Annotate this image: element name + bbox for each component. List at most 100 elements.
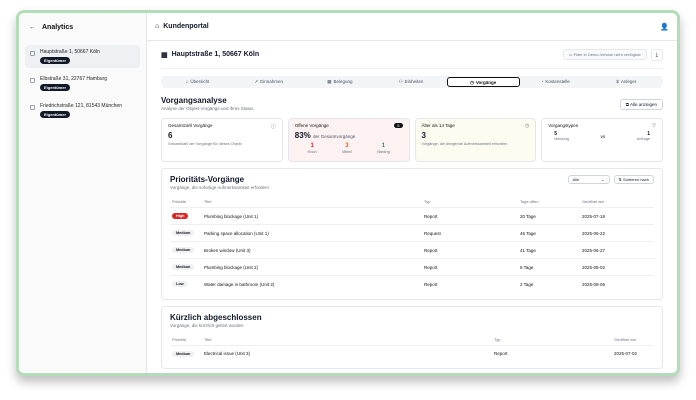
opened-cell: 2025-07-02 xyxy=(612,344,654,362)
tab-1[interactable]: ↗ Einnahmen xyxy=(233,77,304,87)
priority-count-label: Niedrig xyxy=(377,149,390,154)
download-icon: ⤓ xyxy=(655,51,658,58)
column-header: Priorität xyxy=(172,336,186,342)
clock-icon: ◷ xyxy=(524,123,530,129)
card-types: Vorgangstypen ▽ 5 Meldung vs 1 Anfrage xyxy=(541,118,663,162)
type-cell: Report xyxy=(422,207,518,225)
column-header: Typ xyxy=(494,336,501,342)
table-row[interactable]: Medium Plumbing blockage (Unit 2) Report 5 … xyxy=(170,258,654,276)
arrow-left-icon[interactable]: ← xyxy=(29,24,36,31)
closed-table-body: Medium Electrical issue (Unit 3) Report 202… xyxy=(170,344,654,362)
tab-4[interactable]: ◷ Vorgänge xyxy=(446,77,520,87)
days-cell: 46 Tage xyxy=(518,224,580,242)
priority-filter-value: Alle xyxy=(572,177,580,182)
home-icon[interactable]: ⌂ xyxy=(155,23,159,30)
download-button[interactable]: ⤓ xyxy=(650,48,663,61)
card-open-value-row: 83% der Gesamtvorgänge xyxy=(295,131,403,140)
tab-0[interactable]: ⌂ Übersicht xyxy=(162,77,233,87)
card-total: Gesamtzahl Vorgänge ⓘ 6 Gesamtzahl der V… xyxy=(161,118,283,162)
property-list: Hauptstraße 1, 50667 Köln Eigentümer Elbst… xyxy=(19,45,146,122)
priority-count-1: 3 Mittel xyxy=(342,143,352,154)
priority-pill: Medium xyxy=(172,264,195,270)
property-address: Hauptstraße 1, 50667 Köln xyxy=(40,49,100,55)
types-right: 1 Anfrage xyxy=(637,131,650,141)
show-all-label: Alle anzeigen xyxy=(629,102,657,107)
table-row[interactable]: Medium Electrical issue (Unit 3) Report 202… xyxy=(170,344,654,362)
card-open-label: Offene Vorgänge xyxy=(294,123,329,128)
opened-cell: 2025-08-02 xyxy=(579,258,654,276)
tab-5[interactable]: ◔ Kostenstelle xyxy=(520,77,591,87)
priority-cell: Medium xyxy=(170,224,202,242)
sidebar: ← Analytics Hauptstraße 1, 50667 Köln Eig… xyxy=(19,13,147,373)
table-row[interactable]: Medium Broken window (Unit 3) Report 41 Tag… xyxy=(170,241,654,259)
priority-filter-select[interactable]: Alle ⌄ xyxy=(567,175,610,184)
sidebar-property-item[interactable]: Elbstraße 31, 22767 Hamburg Eigentümer xyxy=(25,72,140,95)
opened-cell: 2025-06-22 xyxy=(579,224,654,242)
types-vs: vs xyxy=(600,133,606,139)
types-left: 5 Meldung xyxy=(554,131,569,141)
owner-badge: Eigentümer xyxy=(40,84,71,91)
user-icon[interactable]: 👤 xyxy=(660,23,669,31)
tab-2[interactable]: ▦ Belegung xyxy=(304,77,375,87)
priority-pill: Low xyxy=(172,281,188,288)
sidebar-property-item[interactable]: Hauptstraße 1, 50667 Köln Eigentümer xyxy=(25,45,140,68)
sidebar-header: ← Analytics xyxy=(19,13,146,41)
tab-6[interactable]: $ Anleger xyxy=(591,77,662,87)
tab-label: Anleger xyxy=(620,79,637,84)
closed-title: Kürzlich abgeschlossen xyxy=(170,312,262,322)
property-title-text: Hauptstraße 1, 50667 Köln xyxy=(171,51,260,58)
priority-count-2: 1 Niedrig xyxy=(377,143,390,154)
chevron-down-icon: ⌄ xyxy=(601,177,605,182)
days-cell: 41 Tage xyxy=(518,241,580,259)
priority-pill: High xyxy=(172,213,189,219)
vorgang-subtitle: Analyse der Objekt-Vorgänge und ihres St… xyxy=(161,106,254,111)
filter-button[interactable]: ▭ Filter in Demo-Version nicht verfügbar xyxy=(562,49,647,60)
app-window: ← Analytics Hauptstraße 1, 50667 Köln Eig… xyxy=(16,10,680,376)
tab-3[interactable]: ⚇ Einheiten xyxy=(375,77,446,87)
card-total-desc: Gesamtzahl der Vorgänge für dieses Objek… xyxy=(168,142,242,146)
priority-table: Priorität Titel Typ Tage offen Geöffnet am H… xyxy=(170,196,654,293)
tab-label: Einheiten xyxy=(404,79,424,84)
users-icon: ⚇ xyxy=(398,79,403,84)
clock-icon: ◷ xyxy=(469,80,474,85)
sidebar-title: Analytics xyxy=(42,23,74,31)
card-open-value: 83% xyxy=(294,131,311,140)
tab-label: Kostenstelle xyxy=(545,79,570,84)
filter-icon: ▽ xyxy=(652,123,656,129)
tab-label: Einnahmen xyxy=(260,79,283,84)
coins-icon: ◔ xyxy=(540,79,544,84)
column-header: Priorität xyxy=(172,199,186,204)
title-cell: Broken window (Unit 3) xyxy=(202,241,422,259)
opened-cell: 2025-06-27 xyxy=(579,241,654,259)
building-icon: ▦ xyxy=(161,51,168,59)
table-row[interactable]: High Plumbing blockage (Unit 1) Report 20 T… xyxy=(170,207,654,225)
sort-button[interactable]: ⇅ Sortieren nach xyxy=(613,175,654,184)
priority-count-label: Mittel xyxy=(342,149,352,154)
app-title: Kundenportal xyxy=(163,23,209,30)
card-open-value-suffix: der Gesamtvorgänge xyxy=(313,134,356,139)
column-header: Tage offen xyxy=(520,199,539,204)
types-comparison: 5 Meldung vs 1 Anfrage xyxy=(548,131,656,141)
table-row[interactable]: Medium Parking space allocation (Unit 1) R… xyxy=(170,224,654,242)
priority-cell: Low xyxy=(170,275,202,293)
card-open-badge: 5 xyxy=(394,123,403,128)
trend-icon: ↗ xyxy=(254,79,259,84)
priority-pill: Medium xyxy=(172,350,195,357)
type-cell: Report xyxy=(422,241,518,259)
priority-count-0: 1 Hoch xyxy=(307,143,316,154)
property-item-text: Hauptstraße 1, 50667 Köln Eigentümer xyxy=(40,49,100,64)
sort-label: Sortieren nach xyxy=(622,177,649,182)
title-cell: Water damage in bathroom (Unit 2) xyxy=(202,275,422,293)
table-row[interactable]: Low Water damage in bathroom (Unit 2) Repo… xyxy=(170,275,654,293)
priority-table-body: High Plumbing blockage (Unit 1) Report 20 T… xyxy=(170,207,654,293)
tab-label: Vorgänge xyxy=(475,80,497,85)
show-all-button[interactable]: ⧉ Alle anzeigen xyxy=(619,99,663,110)
home-icon: ⌂ xyxy=(185,79,189,84)
card-old-value: 3 xyxy=(421,131,426,140)
sidebar-property-item[interactable]: Friedrichstraße 121, 81543 München Eigent… xyxy=(25,99,140,122)
days-cell: 5 Tage xyxy=(518,258,580,276)
priority-cell: High xyxy=(170,207,202,225)
topbar: ⌂ Kundenportal 👤 xyxy=(147,13,677,41)
filter-label: Filter in Demo-Version nicht verfügbar xyxy=(573,52,641,57)
card-old-label: Älter als 14 Tage xyxy=(421,123,455,128)
